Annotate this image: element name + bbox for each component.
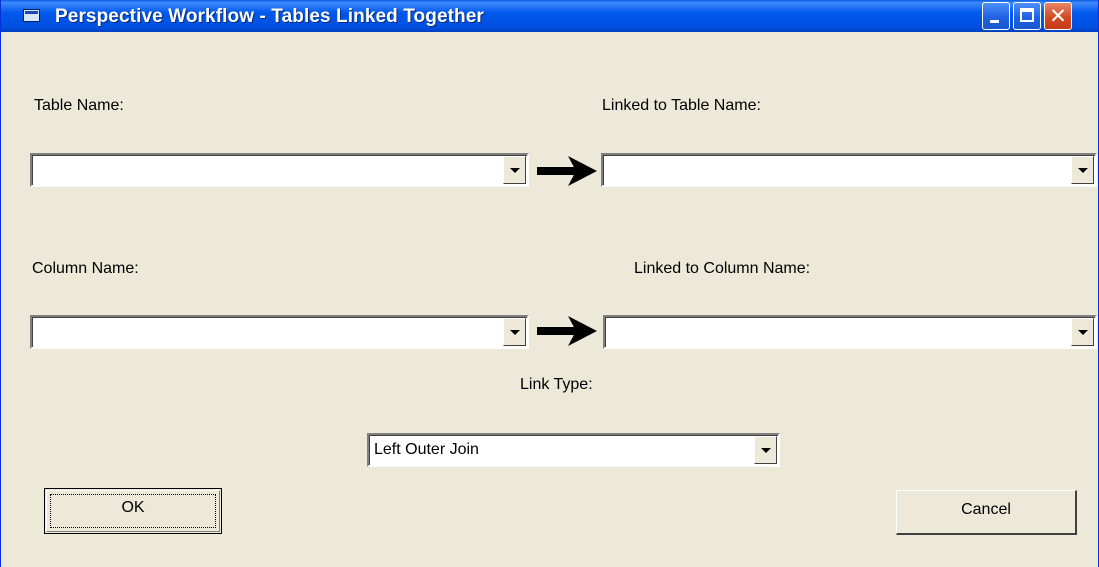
arrow-right-icon — [537, 156, 597, 186]
linked-column-name-combobox[interactable] — [603, 315, 1097, 349]
title-bar[interactable]: Perspective Workflow - Tables Linked Tog… — [1, 0, 1098, 32]
chevron-down-icon[interactable] — [503, 318, 526, 346]
link-type-value: Left Outer Join — [374, 441, 479, 458]
table-name-combobox[interactable] — [30, 153, 529, 187]
link-type-label: Link Type: — [520, 376, 593, 393]
cancel-button-label: Cancel — [961, 501, 1011, 518]
close-icon: ✕ — [1049, 4, 1067, 28]
ok-button-label: OK — [121, 499, 145, 516]
arrow-right-icon — [537, 316, 597, 346]
chevron-down-icon[interactable] — [1071, 156, 1094, 184]
column-name-label: Column Name: — [32, 260, 139, 277]
linked-column-name-label: Linked to Column Name: — [634, 260, 811, 277]
maximize-button[interactable] — [1013, 2, 1041, 30]
chevron-down-icon[interactable] — [754, 436, 777, 464]
chevron-down-icon[interactable] — [503, 156, 526, 184]
minimize-button[interactable] — [982, 2, 1010, 30]
app-window-icon — [23, 9, 40, 22]
window-title: Perspective Workflow - Tables Linked Tog… — [55, 6, 484, 27]
close-button[interactable]: ✕ — [1044, 2, 1072, 30]
ok-button[interactable]: OK — [44, 488, 222, 534]
linked-table-name-combobox[interactable] — [601, 153, 1097, 187]
chevron-down-icon[interactable] — [1071, 318, 1094, 346]
dialog-window: Perspective Workflow - Tables Linked Tog… — [0, 0, 1099, 567]
cancel-button[interactable]: Cancel — [896, 490, 1077, 535]
linked-table-name-label: Linked to Table Name: — [602, 97, 761, 114]
link-type-combobox[interactable]: Left Outer Join — [367, 433, 780, 467]
column-name-combobox[interactable] — [30, 315, 529, 349]
table-name-label: Table Name: — [34, 97, 124, 114]
